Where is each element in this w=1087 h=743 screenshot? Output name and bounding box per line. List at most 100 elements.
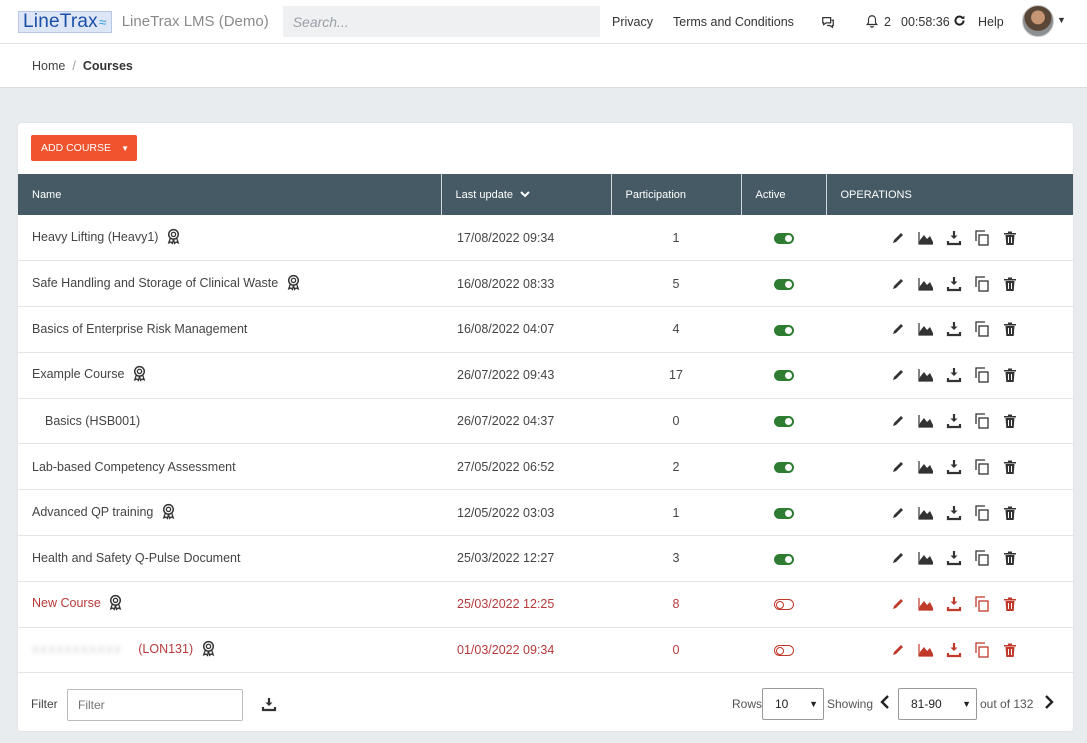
active-toggle[interactable] [773,232,794,244]
copy-icon[interactable] [973,549,991,567]
active-toggle[interactable] [773,370,794,382]
add-course-button[interactable]: ADD COURSE ▼ [31,135,137,161]
course-name-cell[interactable]: Safe Handling and Storage of Clinical Wa… [18,260,441,308]
edit-icon[interactable] [889,595,907,613]
chart-icon[interactable] [917,595,935,613]
chart-icon[interactable] [917,366,935,384]
edit-icon[interactable] [889,412,907,430]
breadcrumb-home[interactable]: Home [32,59,65,73]
chart-icon[interactable] [917,458,935,476]
chevron-down-icon[interactable]: ▼ [1057,15,1066,25]
search-input[interactable] [282,6,600,37]
course-name-cell[interactable]: Basics of Enterprise Risk Management [18,306,441,353]
trash-icon[interactable] [1001,504,1019,522]
rows-per-page-select[interactable]: 10 ▼ [762,688,824,720]
page-range-select[interactable]: 81-90 ▼ [898,688,977,720]
chart-icon[interactable] [917,229,935,247]
chat-icon[interactable] [821,0,835,44]
filter-input[interactable] [67,689,243,721]
course-name[interactable]: Advanced QP training [32,505,153,519]
copy-icon[interactable] [973,366,991,384]
download-icon[interactable] [945,549,963,567]
table-row[interactable]: Basics of Enterprise Risk Management 16/… [18,306,1073,353]
trash-icon[interactable] [1001,595,1019,613]
trash-icon[interactable] [1001,458,1019,476]
table-row[interactable]: Example Course 26/07/2022 09:43 17 [18,352,1073,399]
download-icon[interactable] [945,320,963,338]
copy-icon[interactable] [973,504,991,522]
table-row[interactable]: Lab-based Competency Assessment 27/05/20… [18,443,1073,491]
course-name-cell[interactable]: Example Course [18,352,441,399]
avatar[interactable] [1022,5,1054,37]
copy-icon[interactable] [973,641,991,659]
course-name[interactable]: New Course [32,596,101,610]
logo[interactable]: LineTrax ≈ [18,10,112,33]
download-icon[interactable] [945,458,963,476]
chart-icon[interactable] [917,549,935,567]
col-last-update-header[interactable]: Last update [441,174,612,215]
table-row[interactable]: Heavy Lifting (Heavy1) 17/08/2022 09:34 … [18,215,1073,262]
trash-icon[interactable] [1001,549,1019,567]
course-name[interactable]: (LON131) [138,642,193,656]
active-toggle[interactable] [773,645,794,657]
chart-icon[interactable] [917,504,935,522]
copy-icon[interactable] [973,412,991,430]
course-name-cell[interactable]: xxxxxxxxxxx (LON131) [18,627,441,674]
active-toggle[interactable] [773,462,794,474]
download-icon[interactable] [945,641,963,659]
table-row[interactable]: Safe Handling and Storage of Clinical Wa… [18,260,1073,308]
copy-icon[interactable] [973,320,991,338]
active-toggle[interactable] [773,507,794,519]
download-icon[interactable] [945,275,963,293]
table-row[interactable]: Health and Safety Q-Pulse Document 25/03… [18,535,1073,582]
course-name-cell[interactable]: Health and Safety Q-Pulse Document [18,535,441,582]
nav-terms-link[interactable]: Terms and Conditions [673,0,794,44]
col-active-header[interactable]: Active [741,174,827,215]
chart-icon[interactable] [917,320,935,338]
chart-icon[interactable] [917,412,935,430]
edit-icon[interactable] [889,229,907,247]
edit-icon[interactable] [889,549,907,567]
active-toggle[interactable] [773,278,794,290]
edit-icon[interactable] [889,504,907,522]
edit-icon[interactable] [889,458,907,476]
course-name-cell[interactable]: Basics (HSB001) [18,398,441,445]
trash-icon[interactable] [1001,275,1019,293]
course-name[interactable]: Heavy Lifting (Heavy1) [32,230,158,244]
chart-icon[interactable] [917,641,935,659]
active-toggle[interactable] [773,416,794,428]
trash-icon[interactable] [1001,320,1019,338]
copy-icon[interactable] [973,229,991,247]
course-name-cell[interactable]: Lab-based Competency Assessment [18,443,441,491]
sort-chevron-down-icon[interactable] [520,189,530,201]
nav-privacy-link[interactable]: Privacy [612,0,653,44]
table-row[interactable]: xxxxxxxxxxx (LON131) 01/03/2022 09:34 0 [18,627,1073,674]
chevron-left-icon[interactable] [880,695,890,712]
export-download-icon[interactable] [261,696,277,717]
col-participation-header[interactable]: Participation [611,174,742,215]
course-name[interactable]: Safe Handling and Storage of Clinical Wa… [32,276,278,290]
table-row[interactable]: Advanced QP training 12/05/2022 03:03 1 [18,489,1073,537]
table-row[interactable]: New Course 25/03/2022 12:25 8 [18,581,1073,628]
trash-icon[interactable] [1001,412,1019,430]
col-name-header[interactable]: Name [18,174,442,215]
active-toggle[interactable] [773,599,794,611]
download-icon[interactable] [945,412,963,430]
download-icon[interactable] [945,366,963,384]
active-toggle[interactable] [773,324,794,336]
course-name[interactable]: Basics (HSB001) [45,414,140,428]
download-icon[interactable] [945,229,963,247]
download-icon[interactable] [945,595,963,613]
chart-icon[interactable] [917,275,935,293]
refresh-icon[interactable] [953,14,966,30]
nav-help-link[interactable]: Help [978,0,1004,44]
notifications-button[interactable]: 2 [865,0,891,44]
trash-icon[interactable] [1001,641,1019,659]
chevron-down-icon[interactable]: ▼ [121,144,129,153]
course-name-cell[interactable]: Heavy Lifting (Heavy1) [18,215,441,262]
edit-icon[interactable] [889,275,907,293]
table-row[interactable]: Basics (HSB001) 26/07/2022 04:37 0 [18,398,1073,445]
edit-icon[interactable] [889,366,907,384]
active-toggle[interactable] [773,553,794,565]
chevron-right-icon[interactable] [1044,695,1054,712]
